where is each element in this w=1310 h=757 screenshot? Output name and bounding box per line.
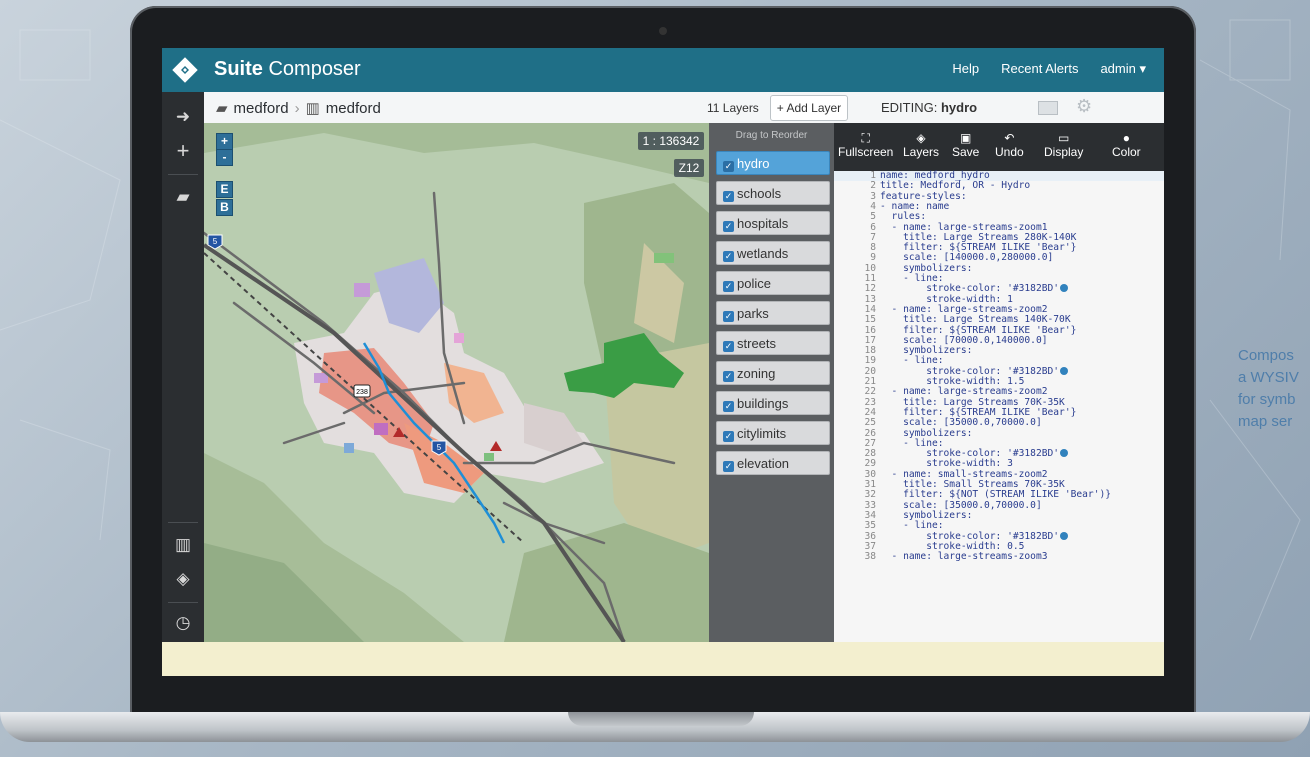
keyboard-icon[interactable] [1038,101,1058,115]
caption-line: Compos [1238,347,1294,364]
brand-title: Suite Composer [214,58,361,80]
laptop-notch [568,712,754,726]
map-view[interactable]: 5 238 5 + - E B 1 : 136342 Z12 [204,123,709,642]
line-number: 15 [864,314,876,326]
extent-button[interactable]: E [216,181,233,198]
recent-alerts-link[interactable]: Recent Alerts [1001,61,1078,77]
drag-hint: Drag to Reorder [735,130,808,141]
app-screen: Suite Composer Help Recent Alerts admin … [162,48,1164,676]
admin-menu[interactable]: admin ▾ [1100,61,1146,77]
undo-icon: ↶ [1004,131,1015,145]
zoom-out-button[interactable]: - [216,149,233,166]
code-line[interactable]: 38 - name: large-streams-zoom3 [834,551,1164,563]
checkbox-icon[interactable]: ✓ [723,251,734,262]
layer-item-schools[interactable]: ✓ schools [716,181,830,205]
checkbox-icon[interactable]: ✓ [723,311,734,322]
layer-item-citylimits[interactable]: ✓ citylimits [716,421,830,445]
caption-line: for symb [1238,391,1296,408]
top-bar: Suite Composer Help Recent Alerts admin … [162,48,1164,92]
checkbox-icon[interactable]: ✓ [723,221,734,232]
folder-icon: ▰ [216,100,228,117]
line-number: 38 [864,551,876,563]
breadcrumb-map[interactable]: medford [326,100,381,117]
layer-item-parks[interactable]: ✓ parks [716,301,830,325]
checkbox-icon[interactable]: ✓ [723,161,734,172]
gear-icon[interactable]: ⚙ [1076,96,1092,117]
layer-item-buildings[interactable]: ✓ buildings [716,391,830,415]
breadcrumb-workspace[interactable]: medford [234,100,289,117]
suite-logo-icon [172,57,198,83]
shield-5: 5 [437,443,442,452]
color-swatch-icon[interactable] [1060,531,1069,540]
checkbox-icon[interactable]: ✓ [723,281,734,292]
layer-item-zoning[interactable]: ✓ zoning [716,361,830,385]
add-layer-button[interactable]: + Add Layer [770,95,848,121]
map-icon[interactable]: ▥ [172,534,194,556]
map-canvas[interactable]: 5 238 5 [204,123,709,642]
line-number: 25 [864,417,876,429]
breadcrumb-bar: ▰ medford › ▥ medford 11 Layers + Add La… [204,92,1164,124]
layer-panel: Drag to Reorder ✓ hydro ✓ schools ✓ hospita… [709,123,834,642]
folder-icon[interactable]: ▰ [172,186,194,208]
code-editor[interactable]: 1 name: medford_hydro 2 title: Medford, OR … [834,170,1164,642]
color-swatch-icon[interactable] [1060,284,1069,293]
layer-count: 11 Layers [707,101,759,115]
help-link[interactable]: Help [952,61,979,77]
shield-5: 5 [213,237,218,246]
shield-238: 238 [356,389,368,396]
layer-item-hospitals[interactable]: ✓ hospitals [716,211,830,235]
zoom-in-button[interactable]: + [216,133,233,150]
bookmark-button[interactable]: B [216,199,233,216]
map-icon: ▥ [305,100,320,117]
save-icon: ▣ [960,131,972,145]
checkbox-icon[interactable]: ✓ [723,371,734,382]
layer-item-streets[interactable]: ✓ streets [716,331,830,355]
top-nav: Help Recent Alerts admin ▾ [952,61,1146,77]
layers-button[interactable]: ◈ Layers [903,131,939,159]
plus-icon[interactable]: + [172,140,194,162]
undo-button[interactable]: ↶ Undo [995,131,1024,159]
breadcrumb: ▰ medford › ▥ medford [216,99,381,118]
checkbox-icon[interactable]: ✓ [723,401,734,412]
line-number: 5 [870,211,876,223]
chevron-right-icon: › [294,99,300,117]
color-swatch-icon[interactable] [1060,366,1069,375]
zoom-level: Z12 [674,159,704,177]
checkbox-icon[interactable]: ✓ [723,341,734,352]
clock-icon[interactable]: ◷ [172,612,194,634]
editing-indicator: EDITING: hydro [881,100,978,115]
code-text: - name: large-streams-zoom3 [880,551,1048,563]
caption-line: map ser [1238,413,1293,430]
checkbox-icon[interactable]: ✓ [723,191,734,202]
checkbox-icon[interactable]: ✓ [723,431,734,442]
status-area [204,642,1164,676]
color-swatch-icon[interactable] [1060,449,1069,458]
style-editor: ⛶ Fullscreen ◈ Layers ▣ Save ↶ Undo ▭ Display… [834,123,1164,642]
display-button[interactable]: ▭ Display [1044,131,1083,159]
route-shield: 238 [353,384,371,398]
layers-icon[interactable]: ◈ [172,568,194,590]
checkbox-icon[interactable]: ✓ [723,461,734,472]
save-button[interactable]: ▣ Save [952,131,979,159]
scale-readout: 1 : 136342 [638,132,704,150]
go-arrow-icon[interactable]: ➜ [172,106,194,128]
side-caption: Compos a WYSIV for symb map ser [1238,345,1310,433]
caption-line: a WYSIV [1238,369,1299,386]
editor-toolbar: ⛶ Fullscreen ◈ Layers ▣ Save ↶ Undo ▭ Display… [834,123,1164,171]
line-number: 35 [864,520,876,532]
display-icon: ▭ [1058,131,1070,145]
fullscreen-icon: ⛶ [861,131,870,145]
droplet-icon: ● [1122,131,1130,145]
layer-item-wetlands[interactable]: ✓ wetlands [716,241,830,265]
camera [659,27,667,35]
fullscreen-button[interactable]: ⛶ Fullscreen [838,131,893,159]
layer-item-elevation[interactable]: ✓ elevation [716,451,830,475]
layer-item-police[interactable]: ✓ police [716,271,830,295]
color-button[interactable]: ● Color [1112,131,1141,159]
layer-item-hydro[interactable]: ✓ hydro [716,151,830,175]
left-rail: ➜ + ▰ ▥ ◈ ◷ [162,92,204,642]
layers-icon: ◈ [916,131,926,145]
